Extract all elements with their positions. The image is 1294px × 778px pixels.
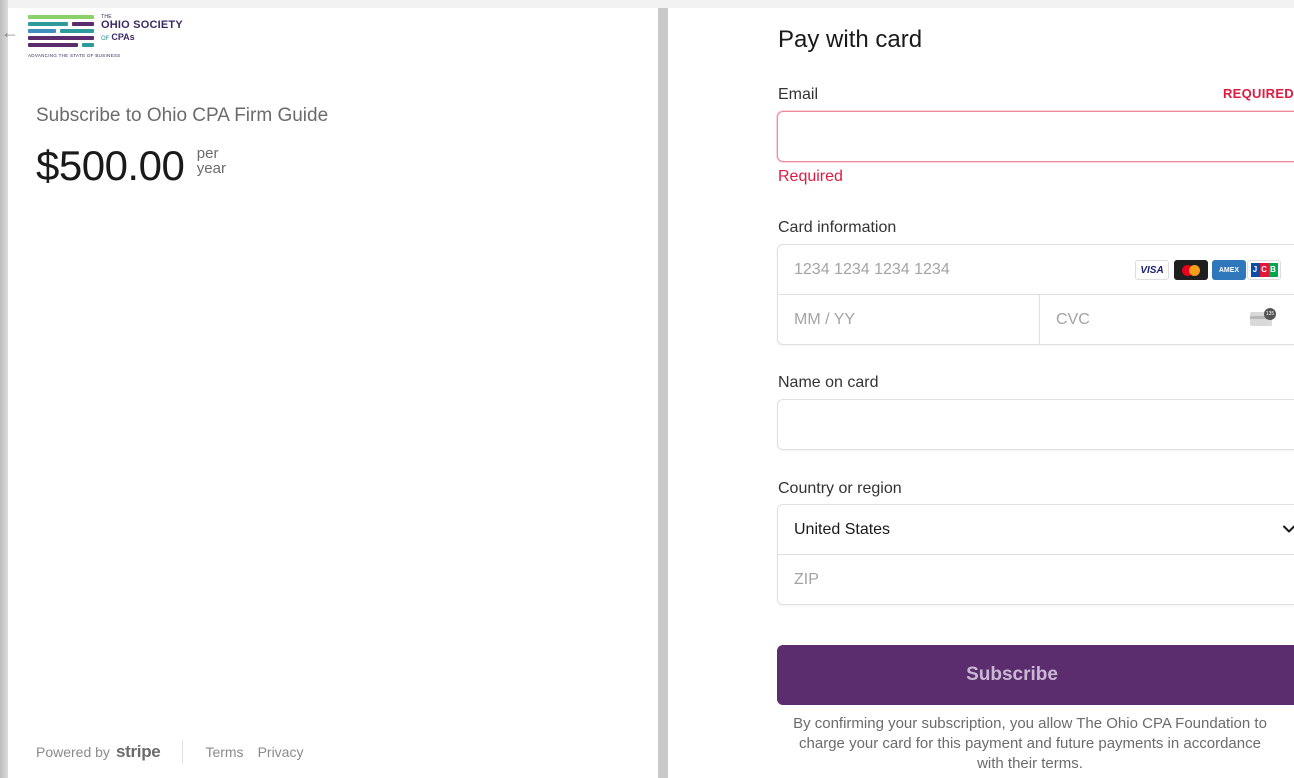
email-label: Email <box>778 86 819 103</box>
expiry-field[interactable]: MM / YY <box>778 295 1039 345</box>
mastercard-icon <box>1174 260 1208 280</box>
logo-name: OHIO SOCIETY <box>101 19 183 31</box>
cvc-placeholder: CVC <box>1056 311 1090 328</box>
back-arrow-icon[interactable]: ← <box>0 22 20 42</box>
card-number-placeholder: 1234 1234 1234 1234 <box>794 261 950 278</box>
subscribe-button[interactable]: Subscribe <box>777 645 1294 705</box>
country-select[interactable]: United States <box>778 505 1294 555</box>
chevron-down-icon <box>1283 525 1294 533</box>
price-row: $500.00 per year <box>36 142 226 198</box>
footer-divider <box>182 740 184 764</box>
period-line-2: year <box>196 160 226 177</box>
zip-placeholder: ZIP <box>794 571 819 588</box>
privacy-link[interactable]: Privacy <box>258 744 304 760</box>
product-title: Subscribe to Ohio CPA Firm Guide <box>36 105 329 126</box>
cvc-card-icon: 135 <box>1250 308 1276 326</box>
logo-of: OF <box>101 36 110 42</box>
legal-text: By confirming your subscription, you all… <box>793 715 1267 772</box>
amex-icon: AMEX <box>1212 260 1246 280</box>
top-strip <box>8 0 1294 8</box>
footer: Powered by stripe Terms Privacy <box>36 740 317 764</box>
logo-cpas-text: CPAs <box>111 32 135 42</box>
country-selected-value: United States <box>794 521 891 538</box>
cvc-icon-number: 135 <box>1264 308 1276 320</box>
visa-icon: VISA <box>1135 260 1169 280</box>
billing-period: per year <box>197 146 226 176</box>
card-info-group: 1234 1234 1234 1234 VISA AMEX JCB MM / Y… <box>777 244 1294 345</box>
ohio-society-logo[interactable]: THE OHIO SOCIETY OF CPAs ADVANCING THE ST… <box>28 13 208 61</box>
email-error-text: Required <box>778 168 843 185</box>
cvc-field[interactable]: CVC 135 <box>1040 295 1294 345</box>
name-on-card-label: Name on card <box>778 374 879 391</box>
card-info-label: Card information <box>778 219 897 236</box>
email-field[interactable] <box>777 111 1294 162</box>
logo-cpas: OF CPAs <box>101 32 135 42</box>
country-label: Country or region <box>778 480 902 497</box>
powered-by-text: Powered by <box>36 744 110 760</box>
price-amount: $500.00 <box>36 142 185 189</box>
jcb-icon: JCB <box>1247 260 1281 280</box>
card-expiry-cvc-row: MM / YY CVC 135 <box>778 295 1294 345</box>
terms-link[interactable]: Terms <box>205 744 243 760</box>
logo-bars <box>28 13 94 53</box>
card-number-field[interactable]: 1234 1234 1234 1234 VISA AMEX JCB <box>778 245 1294 295</box>
pay-with-card-title: Pay with card <box>778 26 923 53</box>
zip-field[interactable]: ZIP <box>778 555 1294 605</box>
email-required-tag: REQUIRED <box>1222 86 1294 101</box>
expiry-placeholder: MM / YY <box>794 311 856 328</box>
address-group: United States ZIP <box>777 504 1294 605</box>
stripe-logo[interactable]: stripe <box>116 742 161 762</box>
logo-tagline: ADVANCING THE STATE OF BUSINESS <box>28 53 121 58</box>
name-on-card-field[interactable] <box>777 399 1294 450</box>
left-edge <box>0 0 8 778</box>
